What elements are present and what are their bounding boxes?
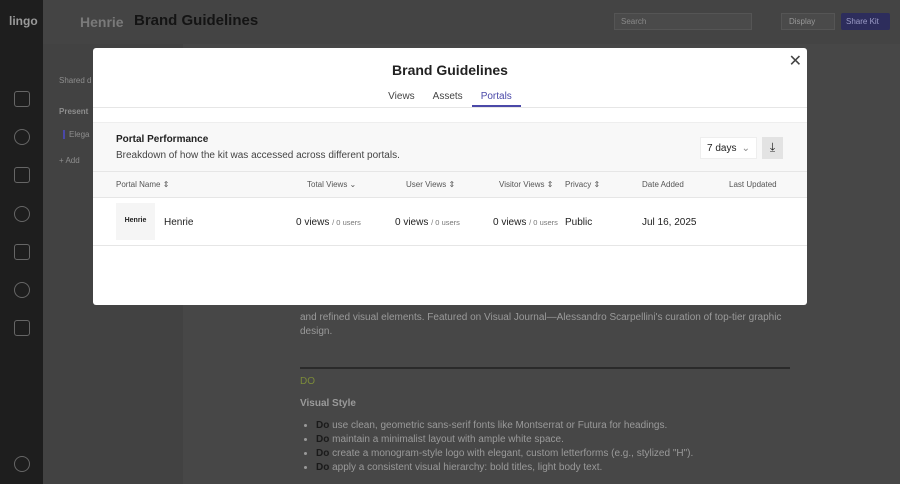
date-added: Jul 16, 2025: [642, 217, 697, 228]
col-date-added[interactable]: Date Added: [642, 180, 684, 189]
help-icon[interactable]: [14, 456, 30, 472]
list-item: Do create a monogram-style logo with ele…: [316, 447, 790, 461]
table-header: Portal Name ⇕ Total Views ⌄ User Views ⇕…: [93, 172, 807, 198]
portal-performance-header: Portal Performance Breakdown of how the …: [93, 122, 807, 172]
user-views: 0 views / 0 users: [395, 217, 460, 228]
col-last-updated[interactable]: Last Updated: [729, 180, 777, 189]
col-user-views[interactable]: User Views ⇕: [406, 180, 455, 189]
close-icon[interactable]: ✕: [789, 51, 802, 71]
tab-views[interactable]: Views: [379, 86, 424, 107]
download-icon[interactable]: ⤓: [762, 137, 783, 159]
portal-name: Henrie: [164, 217, 194, 228]
grid-icon[interactable]: [14, 91, 30, 107]
tab-portals[interactable]: Portals: [471, 86, 521, 107]
nav-rail: lingo: [0, 0, 43, 484]
search-icon[interactable]: [14, 129, 30, 145]
total-views: 0 views / 0 users: [296, 217, 361, 228]
privacy: Public: [565, 217, 593, 228]
breadcrumb-henrie[interactable]: Henrie: [80, 14, 124, 30]
panel-title: Portal Performance: [116, 134, 209, 145]
presentation-label: Present: [59, 107, 89, 116]
list-item: Do apply a consistent visual hierarchy: …: [316, 461, 790, 475]
col-portal-name[interactable]: Portal Name ⇕: [116, 180, 169, 189]
list-item: Do use clean, geometric sans-serif fonts…: [316, 419, 790, 433]
date-range-select[interactable]: 7 days ⌄: [700, 137, 757, 159]
guideline-content: and refined visual elements. Featured on…: [300, 311, 790, 475]
search-input[interactable]: Search: [614, 13, 752, 30]
shared-label: Shared d: [59, 76, 92, 85]
page-title: Brand Guidelines: [134, 12, 259, 29]
col-visitor-views[interactable]: Visitor Views ⇕: [499, 180, 553, 189]
paragraph: and refined visual elements. Featured on…: [300, 312, 782, 337]
chart-icon[interactable]: [14, 244, 30, 260]
modal-title: Brand Guidelines: [392, 62, 508, 78]
share-kit-button[interactable]: Share Kit: [841, 13, 890, 30]
col-privacy[interactable]: Privacy ⇕: [565, 180, 600, 189]
section-heading: Visual Style: [300, 398, 356, 409]
do-label: DO: [300, 376, 315, 387]
settings-icon[interactable]: [14, 282, 30, 298]
col-total-views[interactable]: Total Views ⌄: [307, 180, 356, 189]
visitor-views: 0 views / 0 users: [493, 217, 558, 228]
list-item: Do maintain a minimalist layout with amp…: [316, 433, 790, 447]
table-row[interactable]: Henrie Henrie 0 views / 0 users 0 views …: [93, 198, 807, 246]
media-icon[interactable]: [14, 320, 30, 336]
tab-bar: Views Assets Portals: [93, 86, 807, 108]
divider: [300, 367, 790, 369]
tab-assets[interactable]: Assets: [424, 86, 472, 107]
user-icon[interactable]: [14, 206, 30, 222]
logo: lingo: [9, 14, 38, 28]
briefcase-icon[interactable]: [14, 167, 30, 183]
sidebar-item[interactable]: Elega: [63, 130, 89, 139]
chevron-down-icon: ⌄: [741, 143, 750, 154]
insights-modal: Brand Guidelines ✕ Views Assets Portals …: [93, 48, 807, 305]
display-dropdown[interactable]: Display: [781, 13, 835, 30]
add-section-button[interactable]: + Add: [59, 156, 80, 165]
panel-subtitle: Breakdown of how the kit was accessed ac…: [116, 150, 400, 161]
portal-thumbnail: Henrie: [116, 203, 155, 240]
